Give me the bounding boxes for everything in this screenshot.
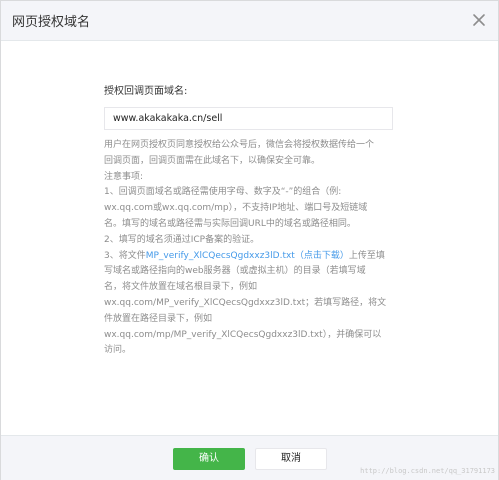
tip-line: wx.qq.com/MP_verify_XlCQecsQgdxxz3lD.txt… <box>104 297 387 308</box>
domain-input[interactable] <box>104 107 393 130</box>
tips-text: 用户在网页授权页同意授权给公众号后，微信会将授权数据传给一个 回调页面，回调页面… <box>104 138 397 359</box>
tip-line-with-links: 3、将文件MP_verify_XlCQecsQgdxxz3lD.txt（点击下载… <box>104 249 397 265</box>
dialog-body: 授权回调页面域名: 用户在网页授权页同意授权给公众号后，微信会将授权数据传给一个… <box>104 85 397 359</box>
tip-line: wx.qq.com/mp/MP_verify_XlCQecsQgdxxz3lD.… <box>104 329 382 340</box>
tip-line: 用户在网页授权页同意授权给公众号后，微信会将授权数据传给一个 <box>104 140 375 150</box>
tip-text: 3、将文件 <box>104 250 146 261</box>
watermark: http://blog.csdn.net/qq_31791173 <box>360 467 495 475</box>
tip-line: wx.qq.com或wx.qq.com/mp），不支持IP地址、端口号及短链域 <box>104 203 368 214</box>
tip-line: 写域名或路径指向的web服务器（或虚拟主机）的目录（若填写域 <box>104 266 366 277</box>
tip-line: 访问。 <box>104 345 132 356</box>
dialog-title: 网页授权域名 <box>12 15 91 30</box>
close-icon <box>473 14 485 26</box>
tip-text: 上传至填 <box>348 250 385 261</box>
dialog-header: 网页授权域名 <box>1 1 498 41</box>
download-link[interactable]: （点击下载） <box>295 251 349 261</box>
tip-line: 2、填写的域名须通过ICP备案的验证。 <box>104 234 260 245</box>
tip-line: 名，将文件放置在域名根目录下，例如 <box>104 282 258 293</box>
domain-field-label: 授权回调页面域名: <box>104 86 188 97</box>
tip-line: 件放置在路径目录下，例如 <box>104 313 213 324</box>
dialog-footer: 确认 取消 http://blog.csdn.net/qq_31791173 <box>1 435 498 480</box>
tip-line: 名。填写的域名或路径需与实际回调URL中的域名或路径相同。 <box>104 218 356 229</box>
confirm-button[interactable]: 确认 <box>173 448 245 470</box>
tip-line: 回调页面，回调页面需在此域名下，以确保安全可靠。 <box>104 155 321 166</box>
cancel-button[interactable]: 取消 <box>255 448 327 470</box>
verify-file-link[interactable]: MP_verify_XlCQecsQgdxxz3lD.txt <box>146 251 295 261</box>
close-button[interactable] <box>472 13 486 27</box>
authorize-domain-dialog: 网页授权域名 授权回调页面域名: 用户在网页授权页同意授权给公众号后，微信会将授… <box>0 0 499 480</box>
notes-heading: 注意事项: <box>104 171 144 182</box>
tip-line: 1、回调页面域名或路径需使用字母、数字及“-”的组合（例: <box>104 187 342 198</box>
